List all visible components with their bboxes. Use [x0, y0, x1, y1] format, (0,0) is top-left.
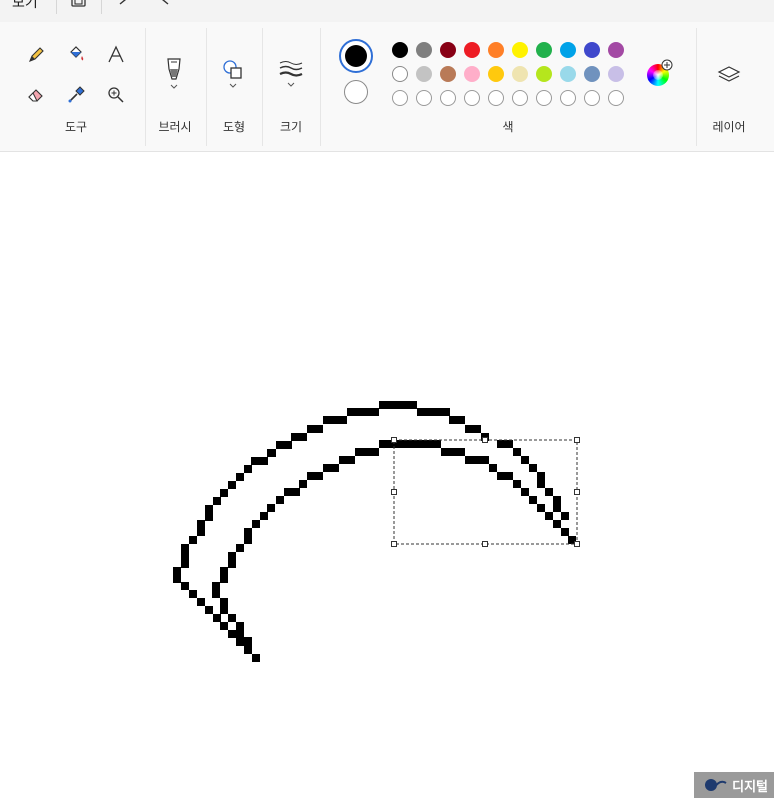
- group-divider: [262, 28, 263, 146]
- tools-group-label: 도구: [64, 120, 88, 134]
- title-menu-bar: 보기: [0, 0, 774, 22]
- eraser-icon: [28, 89, 43, 102]
- shapes-group-label: 도형: [222, 120, 246, 134]
- layers-button[interactable]: [715, 62, 743, 90]
- shapes-dropdown-button[interactable]: [219, 52, 247, 96]
- chevron-down-icon: [229, 83, 237, 88]
- eyedropper-icon: [68, 86, 85, 103]
- palette-swatch[interactable]: [536, 66, 552, 82]
- empty-custom-swatch[interactable]: [416, 90, 432, 106]
- layers-group-label: 레이어: [712, 120, 746, 134]
- size-group-label: 크기: [279, 120, 303, 134]
- empty-custom-swatch[interactable]: [512, 90, 528, 106]
- empty-custom-swatch[interactable]: [440, 90, 456, 106]
- resize-handle: [391, 541, 397, 547]
- watermark-logo-icon: [705, 779, 727, 791]
- empty-custom-swatch[interactable]: [536, 90, 552, 106]
- brushes-dropdown-button[interactable]: [160, 52, 188, 96]
- palette-swatch[interactable]: [416, 66, 432, 82]
- group-divider: [320, 28, 321, 146]
- ribbon-toolbar: 도구 브러시 도형 크기 색 레이어: [0, 22, 774, 152]
- layers-icon: [717, 66, 741, 82]
- primary-color-selector[interactable]: [339, 39, 373, 73]
- palette-swatch[interactable]: [392, 66, 408, 82]
- empty-custom-swatch[interactable]: [584, 90, 600, 106]
- palette-swatch[interactable]: [584, 42, 600, 58]
- palette-swatch[interactable]: [608, 42, 624, 58]
- empty-custom-swatch[interactable]: [488, 90, 504, 106]
- empty-custom-swatch[interactable]: [608, 90, 624, 106]
- redo-icon[interactable]: [154, 0, 170, 6]
- pencil-icon: [29, 47, 44, 62]
- palette-swatch[interactable]: [416, 42, 432, 58]
- resize-handle: [574, 489, 580, 495]
- fill-tool-button[interactable]: [62, 41, 90, 69]
- drawing-canvas[interactable]: [0, 152, 774, 798]
- menu-divider: [101, 0, 102, 14]
- palette-swatch[interactable]: [560, 42, 576, 58]
- pencil-tool-button[interactable]: [22, 41, 50, 69]
- save-icon[interactable]: [71, 0, 87, 8]
- watermark-text: 디지털: [732, 779, 768, 795]
- menu-divider: [56, 0, 57, 14]
- resize-handle: [482, 437, 488, 443]
- pixel-drawing: [173, 401, 580, 662]
- resize-handle: [482, 541, 488, 547]
- palette-swatch[interactable]: [392, 42, 408, 58]
- undo-icon[interactable]: [118, 0, 134, 6]
- stroke-size-icon: [279, 61, 303, 77]
- palette-swatch[interactable]: [608, 66, 624, 82]
- view-menu[interactable]: 보기: [12, 0, 38, 12]
- right-arc-stroke: [489, 440, 576, 544]
- resize-handle: [574, 541, 580, 547]
- edit-colors-button[interactable]: [647, 59, 673, 86]
- chevron-down-icon: [287, 82, 295, 87]
- brush-icon: [167, 58, 181, 80]
- chevron-down-icon: [170, 84, 178, 89]
- palette-swatch[interactable]: [512, 42, 528, 58]
- palette-swatch[interactable]: [536, 42, 552, 58]
- magnifier-tool-button[interactable]: [102, 81, 130, 109]
- shapes-icon: [223, 60, 242, 79]
- empty-custom-swatch[interactable]: [560, 90, 576, 106]
- inner-arc-stroke: [212, 440, 489, 653]
- size-dropdown-button[interactable]: [277, 52, 305, 96]
- brushes-group-label: 브러시: [158, 120, 192, 134]
- eraser-tool-button[interactable]: [22, 81, 50, 109]
- fill-bucket-icon: [70, 46, 84, 61]
- resize-handle: [391, 489, 397, 495]
- palette-swatch[interactable]: [440, 42, 456, 58]
- palette-swatch[interactable]: [512, 66, 528, 82]
- palette-swatch[interactable]: [464, 42, 480, 58]
- text-tool-button[interactable]: [102, 41, 130, 69]
- watermark: 디지털: [694, 772, 774, 798]
- palette-swatch[interactable]: [584, 66, 600, 82]
- resize-handle: [391, 437, 397, 443]
- secondary-color-selector[interactable]: [344, 80, 368, 104]
- empty-custom-swatch[interactable]: [392, 90, 408, 106]
- colors-group-label: 색: [502, 120, 514, 134]
- group-divider: [696, 28, 697, 146]
- group-divider: [206, 28, 207, 146]
- add-color-icon: [661, 59, 673, 71]
- empty-custom-swatch[interactable]: [464, 90, 480, 106]
- primary-color-swatch: [345, 45, 367, 67]
- resize-handle: [574, 437, 580, 443]
- palette-swatch[interactable]: [488, 42, 504, 58]
- color-picker-tool-button[interactable]: [62, 81, 90, 109]
- palette-swatch[interactable]: [440, 66, 456, 82]
- zoom-icon: [108, 87, 124, 103]
- group-divider: [145, 28, 146, 146]
- palette-swatch[interactable]: [488, 66, 504, 82]
- palette-swatch[interactable]: [464, 66, 480, 82]
- palette-swatch[interactable]: [560, 66, 576, 82]
- text-icon: [108, 45, 124, 63]
